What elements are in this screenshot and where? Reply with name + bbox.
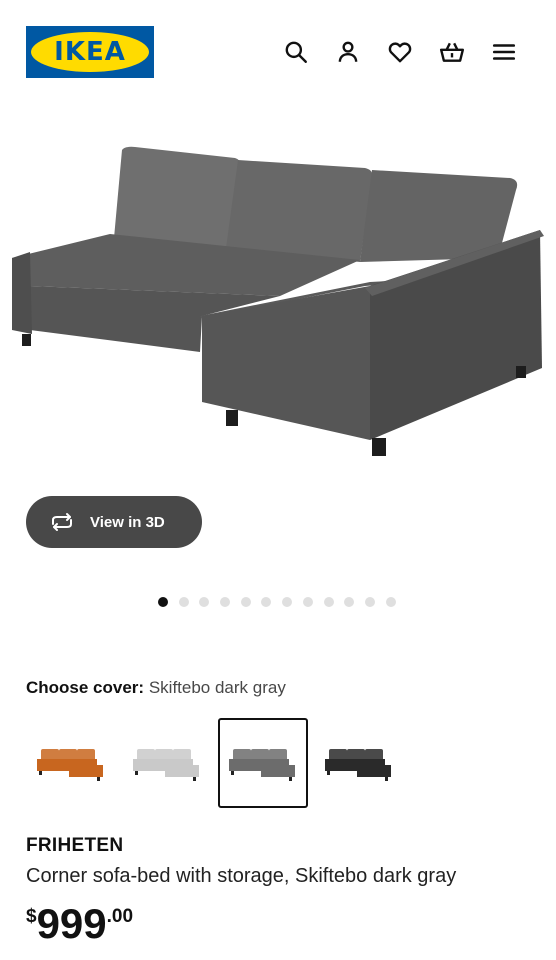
product-name: FRIHETEN	[26, 835, 124, 856]
sofa-thumbnail-icon	[229, 749, 295, 781]
carousel-dots	[158, 597, 406, 607]
user-icon[interactable]	[334, 38, 362, 66]
carousel-dot[interactable]	[261, 597, 272, 607]
header: IKEA	[0, 0, 556, 104]
cover-swatch-black[interactable]	[314, 718, 404, 808]
carousel-dot[interactable]	[282, 597, 293, 607]
carousel-dot[interactable]	[158, 597, 168, 607]
rotate-3d-icon	[48, 511, 78, 533]
search-icon[interactable]	[282, 38, 310, 66]
price-currency: $	[26, 906, 37, 927]
cover-selection: Choose cover: Skiftebo dark gray	[26, 678, 286, 698]
price-integer: 999	[36, 900, 107, 947]
product-description: Corner sofa-bed with storage, Skiftebo d…	[26, 865, 457, 887]
menu-icon[interactable]	[490, 38, 518, 66]
sofa-thumbnail-icon	[325, 749, 391, 781]
view-in-3d-button[interactable]: View in 3D	[26, 496, 202, 548]
price-decimal: .00	[106, 906, 134, 927]
cover-swatches	[26, 718, 410, 808]
ikea-logo[interactable]: IKEA	[26, 26, 154, 78]
cover-value: Skiftebo dark gray	[148, 678, 286, 697]
heart-icon[interactable]	[386, 38, 414, 66]
sofa-thumbnail-icon	[37, 749, 103, 781]
cover-label: Choose cover:	[26, 678, 145, 697]
carousel-dot[interactable]	[323, 597, 334, 607]
carousel-dot[interactable]	[220, 597, 231, 607]
header-icons	[282, 38, 518, 66]
basket-icon[interactable]	[438, 38, 466, 66]
carousel-dot[interactable]	[199, 597, 210, 607]
sofa-illustration	[12, 146, 544, 456]
logo-oval: IKEA	[31, 32, 149, 72]
product-price: $ 999 .00	[26, 900, 133, 948]
sofa-thumbnail-icon	[133, 749, 199, 781]
cover-swatch-dark-gray[interactable]	[218, 718, 308, 808]
carousel-dot[interactable]	[178, 597, 189, 607]
logo-text: IKEA	[54, 37, 126, 67]
carousel-dot[interactable]	[302, 597, 313, 607]
carousel-dot[interactable]	[364, 597, 375, 607]
carousel-dot[interactable]	[344, 597, 355, 607]
cover-swatch-orange-brown[interactable]	[26, 718, 116, 808]
view-in-3d-label: View in 3D	[90, 513, 165, 531]
cover-swatch-light-gray[interactable]	[122, 718, 212, 808]
carousel-dot[interactable]	[240, 597, 251, 607]
product-image[interactable]	[0, 120, 556, 470]
carousel-dot[interactable]	[385, 597, 396, 607]
